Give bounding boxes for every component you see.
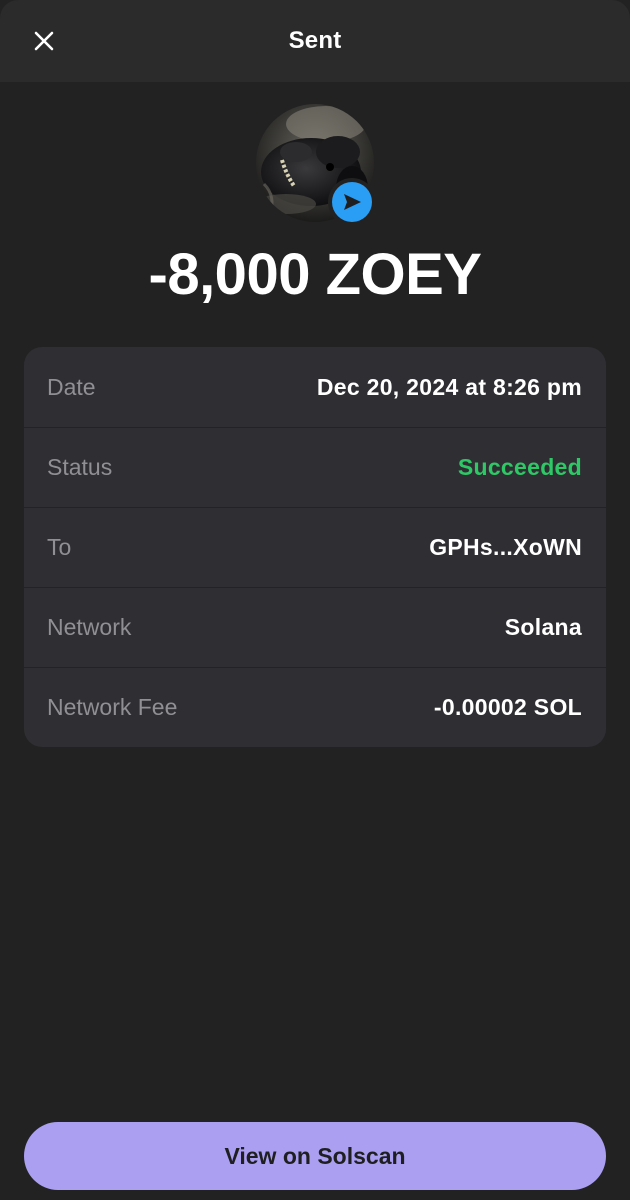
detail-row-status: Status Succeeded (24, 427, 606, 507)
send-badge-circle (332, 182, 372, 222)
token-avatar-group (256, 104, 376, 226)
detail-label: To (47, 534, 72, 560)
close-button[interactable] (22, 19, 66, 63)
status-badge: Succeeded (457, 454, 582, 480)
detail-value-network-fee: -0.00002 SOL (433, 694, 582, 720)
detail-row-date: Date Dec 20, 2024 at 8:26 pm (24, 347, 606, 427)
detail-row-network-fee: Network Fee -0.00002 SOL (24, 667, 606, 747)
send-arrow-icon (344, 194, 361, 210)
send-badge (328, 178, 376, 226)
close-icon (34, 31, 54, 51)
detail-label: Status (47, 454, 113, 480)
detail-row-network: Network Solana (24, 587, 606, 667)
transaction-amount: -8,000 ZOEY (148, 242, 482, 307)
detail-label: Network (47, 614, 132, 640)
detail-value-network: Solana (504, 614, 582, 640)
header-bar: Sent (0, 0, 630, 82)
detail-label: Date (47, 373, 96, 400)
recipient-address[interactable]: GPHs...XoWN (429, 534, 582, 561)
detail-label: Network Fee (47, 694, 178, 720)
page-title: Sent (288, 27, 342, 54)
transaction-detail-screen: Sent -8,000 ZOEY Date Dec 20, 2024 at 8:… (0, 0, 630, 1200)
details-card: Date Dec 20, 2024 at 8:26 pm Status Succ… (24, 347, 606, 747)
view-on-solscan-button[interactable]: View on Solscan (24, 1122, 606, 1190)
detail-row-recipient[interactable]: To GPHs...XoWN (24, 507, 606, 587)
detail-value-date: Dec 20, 2024 at 8:26 pm (316, 373, 582, 400)
